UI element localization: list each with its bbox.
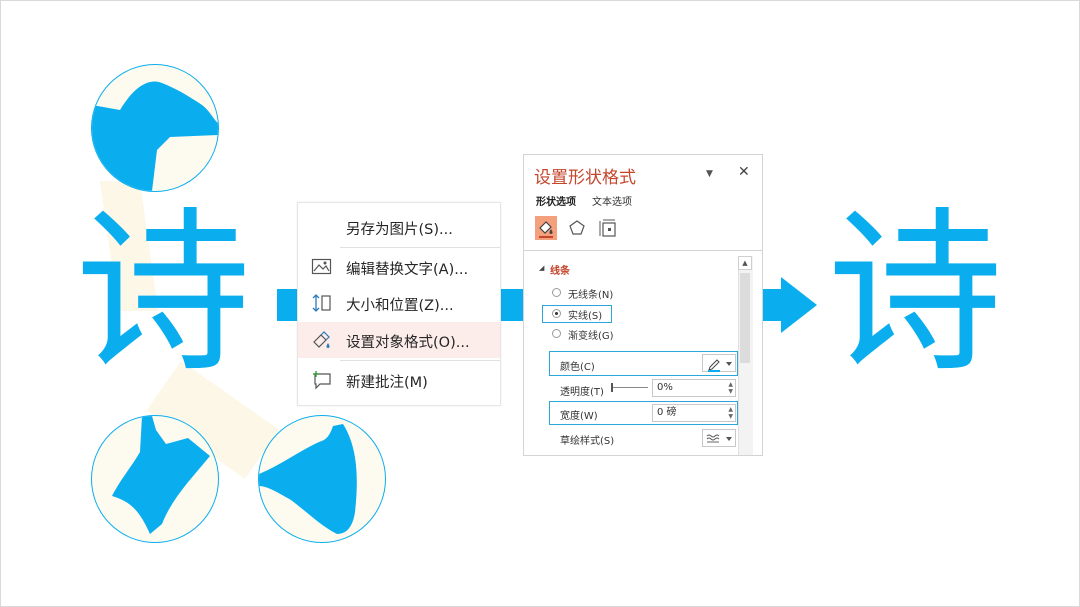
menu-item-format-object[interactable]: 设置对象格式(O)... xyxy=(298,322,500,358)
transparency-input[interactable]: 0% ▲ ▼ xyxy=(652,379,736,397)
menu-item-save-as-picture[interactable]: 另存为图片(S)... xyxy=(298,209,500,245)
line-color-picker[interactable] xyxy=(702,354,736,372)
radio-solid-line-label: 实线(S) xyxy=(568,311,603,322)
menu-item-label: 另存为图片(S)... xyxy=(346,222,453,238)
menu-item-new-comment[interactable]: 新建批注(M) xyxy=(298,362,500,398)
width-label: 宽度(W) xyxy=(560,411,598,422)
size-position-icon xyxy=(312,294,331,312)
format-shape-pane: 设置形状格式 ▼ ✕ 形状选项 文本选项 ▲ ◢ 线条 无线条(N) 实线(S)… xyxy=(523,154,763,456)
format-object-icon xyxy=(313,331,330,348)
menu-item-size-position[interactable]: 大小和位置(Z)... xyxy=(298,285,500,321)
menu-separator xyxy=(340,247,500,248)
image-alt-text-icon xyxy=(311,258,332,275)
right-arrow-head-icon xyxy=(781,277,817,333)
pane-close-button[interactable]: ✕ xyxy=(738,164,750,180)
radio-no-line-label: 无线条(N) xyxy=(568,290,614,301)
radio-gradient-line-label: 渐变线(G) xyxy=(568,331,614,342)
connector-bar-middle xyxy=(499,289,524,321)
menu-item-label: 新建批注(M) xyxy=(346,375,428,391)
transparency-label: 透明度(T) xyxy=(560,387,604,398)
menu-item-label: 设置对象格式(O)... xyxy=(346,335,470,351)
menu-item-label: 编辑替换文字(A)... xyxy=(346,262,469,278)
tab-text-options[interactable]: 文本选项 xyxy=(592,193,632,208)
pane-divider xyxy=(524,250,762,251)
stroke-detail-turn xyxy=(259,424,357,534)
zoom-circle-bottom-left xyxy=(91,415,219,543)
tab-shape-options[interactable]: 形状选项 xyxy=(536,193,576,208)
transparency-slider-track[interactable] xyxy=(612,387,648,388)
radio-no-line[interactable] xyxy=(552,288,561,297)
menu-item-label: 大小和位置(Z)... xyxy=(346,298,454,314)
zoom-circle-top xyxy=(91,64,219,192)
menu-item-edit-alt-text[interactable]: 编辑替换文字(A)... xyxy=(298,249,500,285)
stroke-detail-dot xyxy=(92,81,218,191)
transparency-slider-thumb[interactable] xyxy=(611,383,613,392)
effects-tab-button[interactable] xyxy=(566,216,588,240)
menu-separator xyxy=(340,360,500,361)
fill-line-tab-button[interactable] xyxy=(535,216,557,240)
color-label: 颜色(C) xyxy=(560,362,595,373)
source-glyph: 诗 xyxy=(75,191,252,396)
result-glyph: 诗 xyxy=(827,191,1004,396)
zoom-circle-bottom-right xyxy=(258,415,386,543)
pane-title: 设置形状格式 xyxy=(534,168,636,188)
size-properties-tab-button[interactable] xyxy=(597,216,619,240)
scroll-thumb[interactable] xyxy=(740,273,750,363)
effects-pentagon-icon xyxy=(569,220,585,235)
size-properties-icon xyxy=(599,219,616,237)
section-collapse-icon[interactable]: ◢ xyxy=(539,264,544,272)
line-width-input[interactable]: 0 磅 ▲ ▼ xyxy=(652,404,736,422)
sketch-style-icon xyxy=(706,434,732,443)
scroll-up-button[interactable]: ▲ xyxy=(738,256,752,270)
stroke-detail-hook xyxy=(112,416,210,534)
section-title-line[interactable]: 线条 xyxy=(550,262,570,277)
radio-solid-line[interactable] xyxy=(552,309,561,318)
connector-bar-left xyxy=(277,289,299,321)
context-menu: 另存为图片(S)... 编辑替换文字(A)... 大小和位置(Z)... 设置对… xyxy=(297,202,501,406)
slide: 诗 另存为图片(S)... 编辑替换文字(A)... 大小和位置(Z)... 设… xyxy=(0,0,1080,607)
pane-options-dropdown[interactable]: ▼ xyxy=(706,169,713,179)
fill-line-icon xyxy=(539,221,553,238)
transparency-spinner[interactable]: ▲ ▼ xyxy=(728,381,733,395)
pen-color-icon xyxy=(708,359,732,372)
sketch-style-label: 草绘样式(S) xyxy=(560,436,615,447)
sketch-style-picker[interactable] xyxy=(702,429,736,447)
new-comment-icon xyxy=(313,371,331,390)
radio-gradient-line[interactable] xyxy=(552,329,561,338)
width-spinner[interactable]: ▲ ▼ xyxy=(728,406,733,420)
